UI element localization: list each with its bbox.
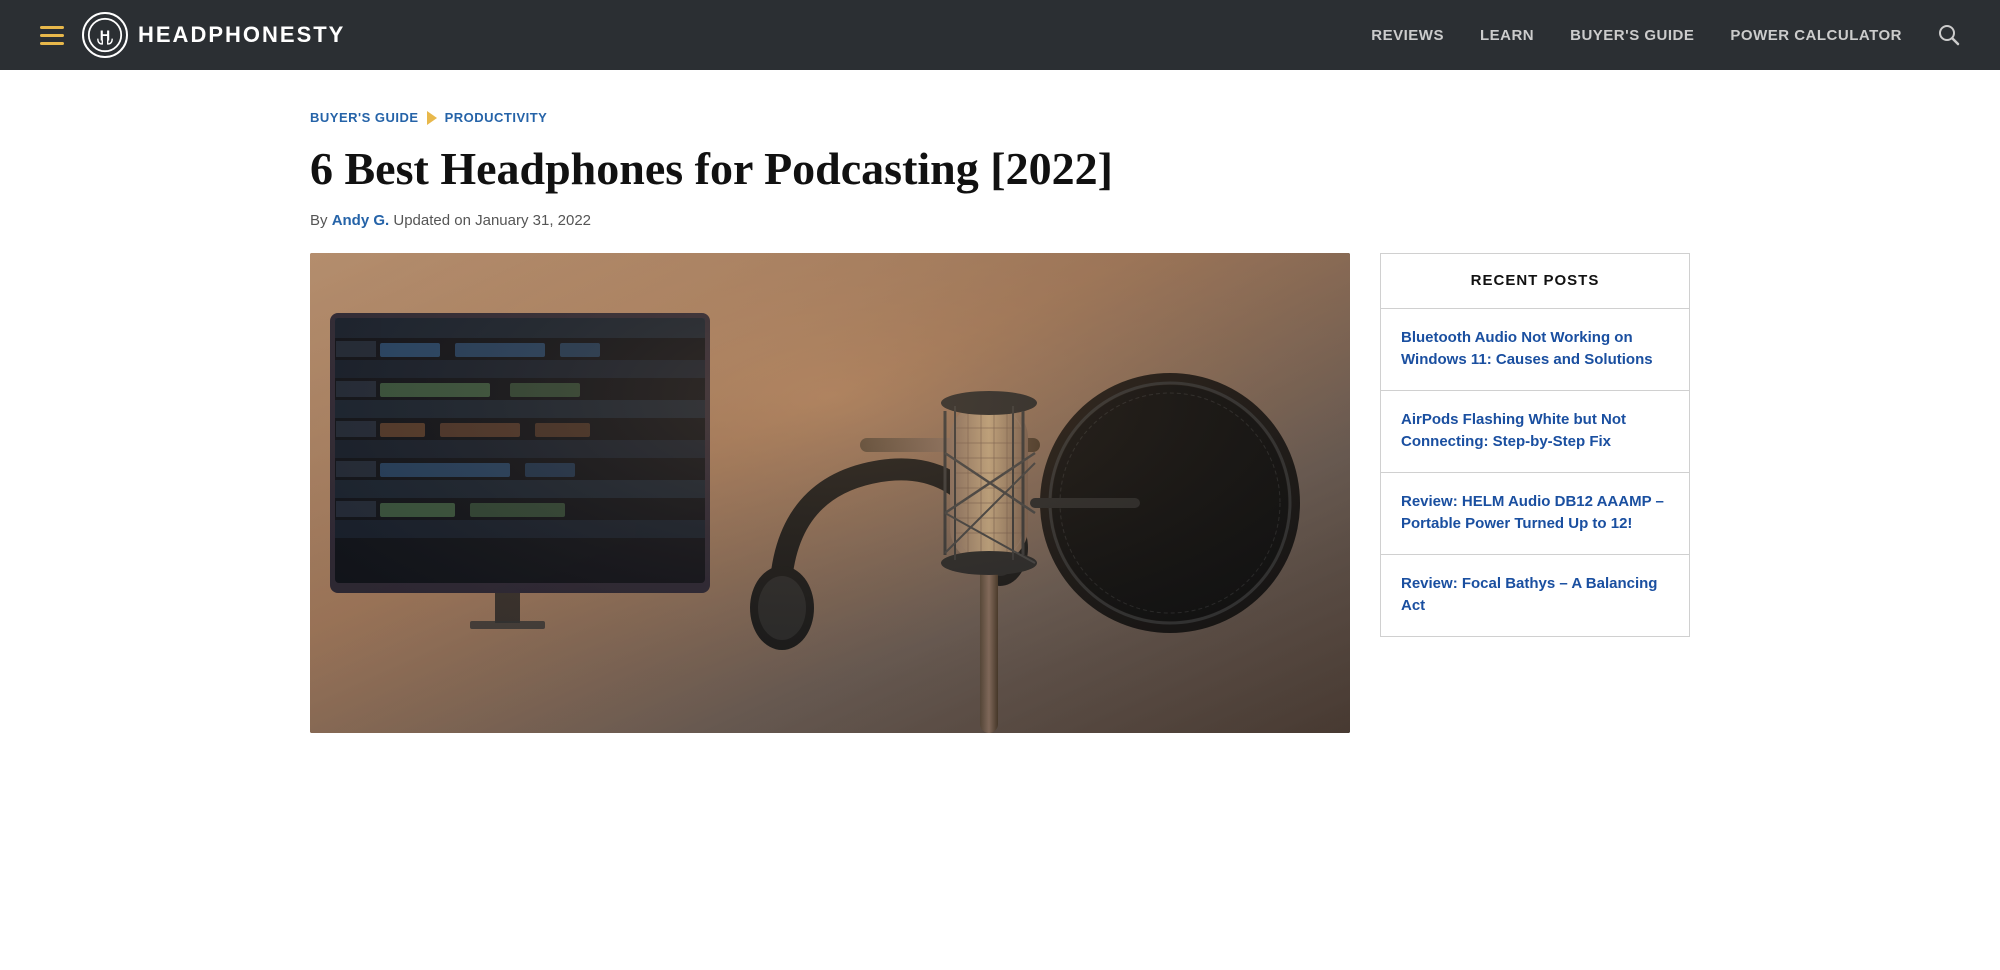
logo-text: HEADPHONESTY [138,22,345,48]
breadcrumb-current: PRODUCTIVITY [445,110,548,125]
svg-text:H: H [100,28,110,44]
hero-image-container [310,253,1350,733]
search-button[interactable] [1938,24,1960,46]
content-grid: RECENT POSTS Bluetooth Audio Not Working… [310,253,1690,733]
recent-post-link-2[interactable]: AirPods Flashing White but Not Connectin… [1401,411,1626,451]
recent-post-link-4[interactable]: Review: Focal Bathys – A Balancing Act [1401,575,1657,615]
hamburger-menu[interactable] [40,26,64,45]
breadcrumb: BUYER'S GUIDE PRODUCTIVITY [310,110,1690,125]
recent-post-link-3[interactable]: Review: HELM Audio DB12 AAAMP – Portable… [1401,493,1664,533]
author-prefix: By [310,212,332,229]
page-container: BUYER'S GUIDE PRODUCTIVITY 6 Best Headph… [250,70,1750,773]
author-link[interactable]: Andy G. [332,212,390,229]
breadcrumb-separator-icon [427,111,437,125]
recent-post-item-1[interactable]: Bluetooth Audio Not Working on Windows 1… [1381,309,1689,391]
sidebar: RECENT POSTS Bluetooth Audio Not Working… [1380,253,1690,637]
site-header: H HEADPHONESTY REVIEWS LEARN BUYER'S GUI… [0,0,2000,70]
nav-buyers-guide[interactable]: BUYER'S GUIDE [1570,27,1694,44]
recent-post-item-4[interactable]: Review: Focal Bathys – A Balancing Act [1381,555,1689,636]
header-left: H HEADPHONESTY [40,12,345,58]
recent-post-link-1[interactable]: Bluetooth Audio Not Working on Windows 1… [1401,329,1653,369]
recent-posts-box: RECENT POSTS Bluetooth Audio Not Working… [1380,253,1690,637]
logo-circle: H [82,12,128,58]
breadcrumb-parent[interactable]: BUYER'S GUIDE [310,110,419,125]
main-nav: REVIEWS LEARN BUYER'S GUIDE POWER CALCUL… [1371,24,1960,46]
recent-post-item-2[interactable]: AirPods Flashing White but Not Connectin… [1381,391,1689,473]
nav-learn[interactable]: LEARN [1480,27,1534,44]
search-icon [1938,24,1960,46]
hero-image [310,253,1350,733]
recent-posts-title: RECENT POSTS [1471,272,1600,289]
site-logo[interactable]: H HEADPHONESTY [82,12,345,58]
nav-power-calculator[interactable]: POWER CALCULATOR [1730,27,1902,44]
nav-reviews[interactable]: REVIEWS [1371,27,1444,44]
author-date: Updated on January 31, 2022 [389,212,591,229]
author-line: By Andy G. Updated on January 31, 2022 [310,212,1690,229]
article-title: 6 Best Headphones for Podcasting [2022] [310,143,1690,196]
recent-post-item-3[interactable]: Review: HELM Audio DB12 AAAMP – Portable… [1381,473,1689,555]
recent-posts-header: RECENT POSTS [1381,254,1689,309]
